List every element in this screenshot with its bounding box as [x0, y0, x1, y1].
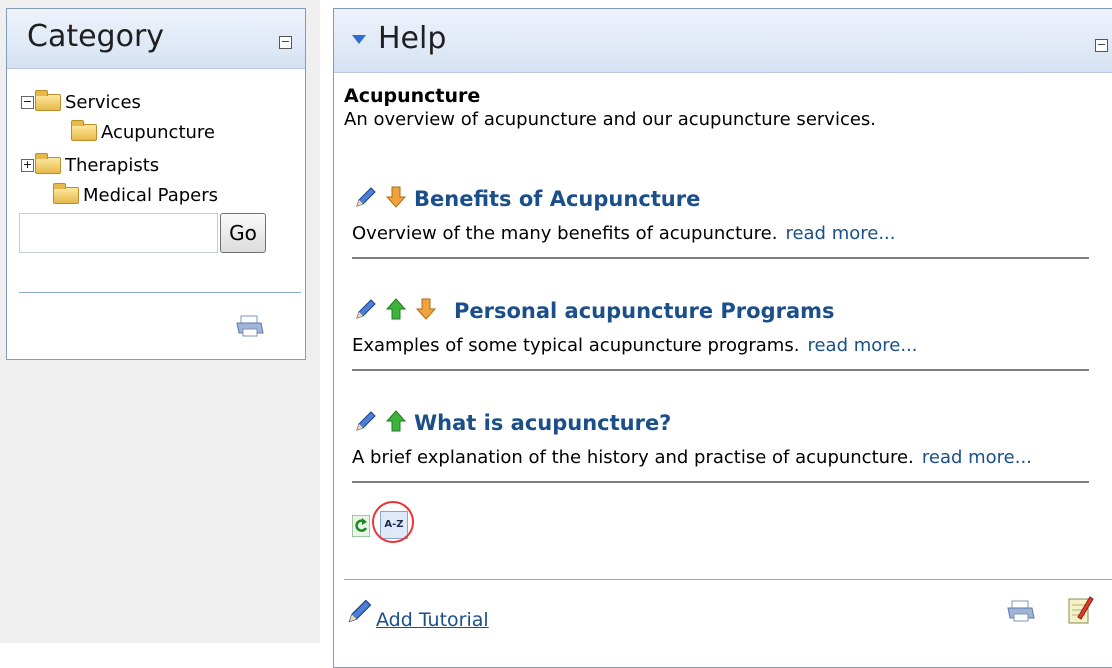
item-description: Examples of some typical acupuncture pro…: [352, 335, 918, 356]
tree-item-label[interactable]: Medical Papers: [83, 184, 218, 208]
help-panel-header: Help −: [334, 9, 1112, 73]
search-input[interactable]: [19, 213, 218, 253]
print-icon[interactable]: [1006, 600, 1036, 622]
footer-divider: [344, 579, 1112, 580]
tree-item-label[interactable]: Therapists: [65, 154, 159, 178]
read-more-link[interactable]: read more...: [922, 447, 1032, 468]
category-panel: Category − − Services Acupuncture + Ther…: [6, 8, 306, 360]
tree-item-label[interactable]: Acupuncture: [101, 121, 215, 145]
help-panel: Help − Acupuncture An overview of acupun…: [333, 8, 1112, 668]
category-panel-header: Category −: [7, 9, 305, 69]
item-description: A brief explanation of the history and p…: [352, 447, 1032, 468]
folder-icon: [71, 120, 97, 141]
help-title: Help: [378, 21, 447, 56]
tree-item-services[interactable]: − Services: [21, 90, 221, 115]
expand-triangle-icon[interactable]: [352, 35, 366, 44]
move-up-arrow-icon[interactable]: [384, 409, 408, 433]
item-title-link[interactable]: What is acupuncture?: [414, 411, 671, 435]
read-more-link[interactable]: read more...: [785, 223, 895, 244]
item-divider: [352, 481, 1089, 483]
section-title: Acupuncture: [344, 85, 481, 107]
item-description-text: A brief explanation of the history and p…: [352, 447, 914, 468]
section-description: An overview of acupuncture and our acupu…: [344, 109, 877, 130]
go-button[interactable]: Go: [220, 213, 266, 253]
move-down-arrow-icon[interactable]: [414, 297, 438, 321]
folder-icon: [35, 90, 61, 111]
move-down-arrow-icon[interactable]: [384, 185, 408, 209]
item-description-text: Overview of the many benefits of acupunc…: [352, 223, 778, 244]
tree-item-therapists[interactable]: + Therapists: [21, 153, 221, 178]
tree-collapse-toggle[interactable]: −: [21, 96, 34, 109]
item-description: Overview of the many benefits of acupunc…: [352, 223, 896, 244]
add-pencil-icon[interactable]: [346, 597, 374, 625]
folder-icon: [53, 183, 79, 204]
tree-expand-toggle[interactable]: +: [21, 159, 34, 172]
edit-pencil-icon[interactable]: [354, 297, 378, 321]
item-title-link[interactable]: Benefits of Acupuncture: [414, 187, 700, 211]
edit-pencil-icon[interactable]: [354, 185, 378, 209]
edit-pencil-icon[interactable]: [354, 409, 378, 433]
help-collapse-button[interactable]: −: [1095, 39, 1108, 52]
move-up-arrow-icon[interactable]: [384, 297, 408, 321]
tree-item-acupuncture[interactable]: Acupuncture: [21, 120, 241, 145]
item-title-link[interactable]: Personal acupuncture Programs: [454, 299, 835, 323]
category-title: Category: [27, 19, 165, 54]
divider: [19, 292, 301, 293]
highlight-circle: [372, 501, 414, 543]
item-divider: [352, 369, 1089, 371]
item-divider: [352, 257, 1089, 259]
read-more-link[interactable]: read more...: [807, 335, 917, 356]
item-description-text: Examples of some typical acupuncture pro…: [352, 335, 800, 356]
refresh-icon[interactable]: [351, 514, 371, 538]
tree-item-medical-papers[interactable]: Medical Papers: [21, 183, 241, 208]
add-tutorial-link[interactable]: Add Tutorial: [376, 609, 489, 631]
category-collapse-button[interactable]: −: [279, 36, 292, 49]
notes-icon[interactable]: [1068, 595, 1094, 625]
print-icon[interactable]: [235, 315, 265, 337]
tree-item-label[interactable]: Services: [65, 91, 141, 115]
folder-icon: [35, 153, 61, 174]
